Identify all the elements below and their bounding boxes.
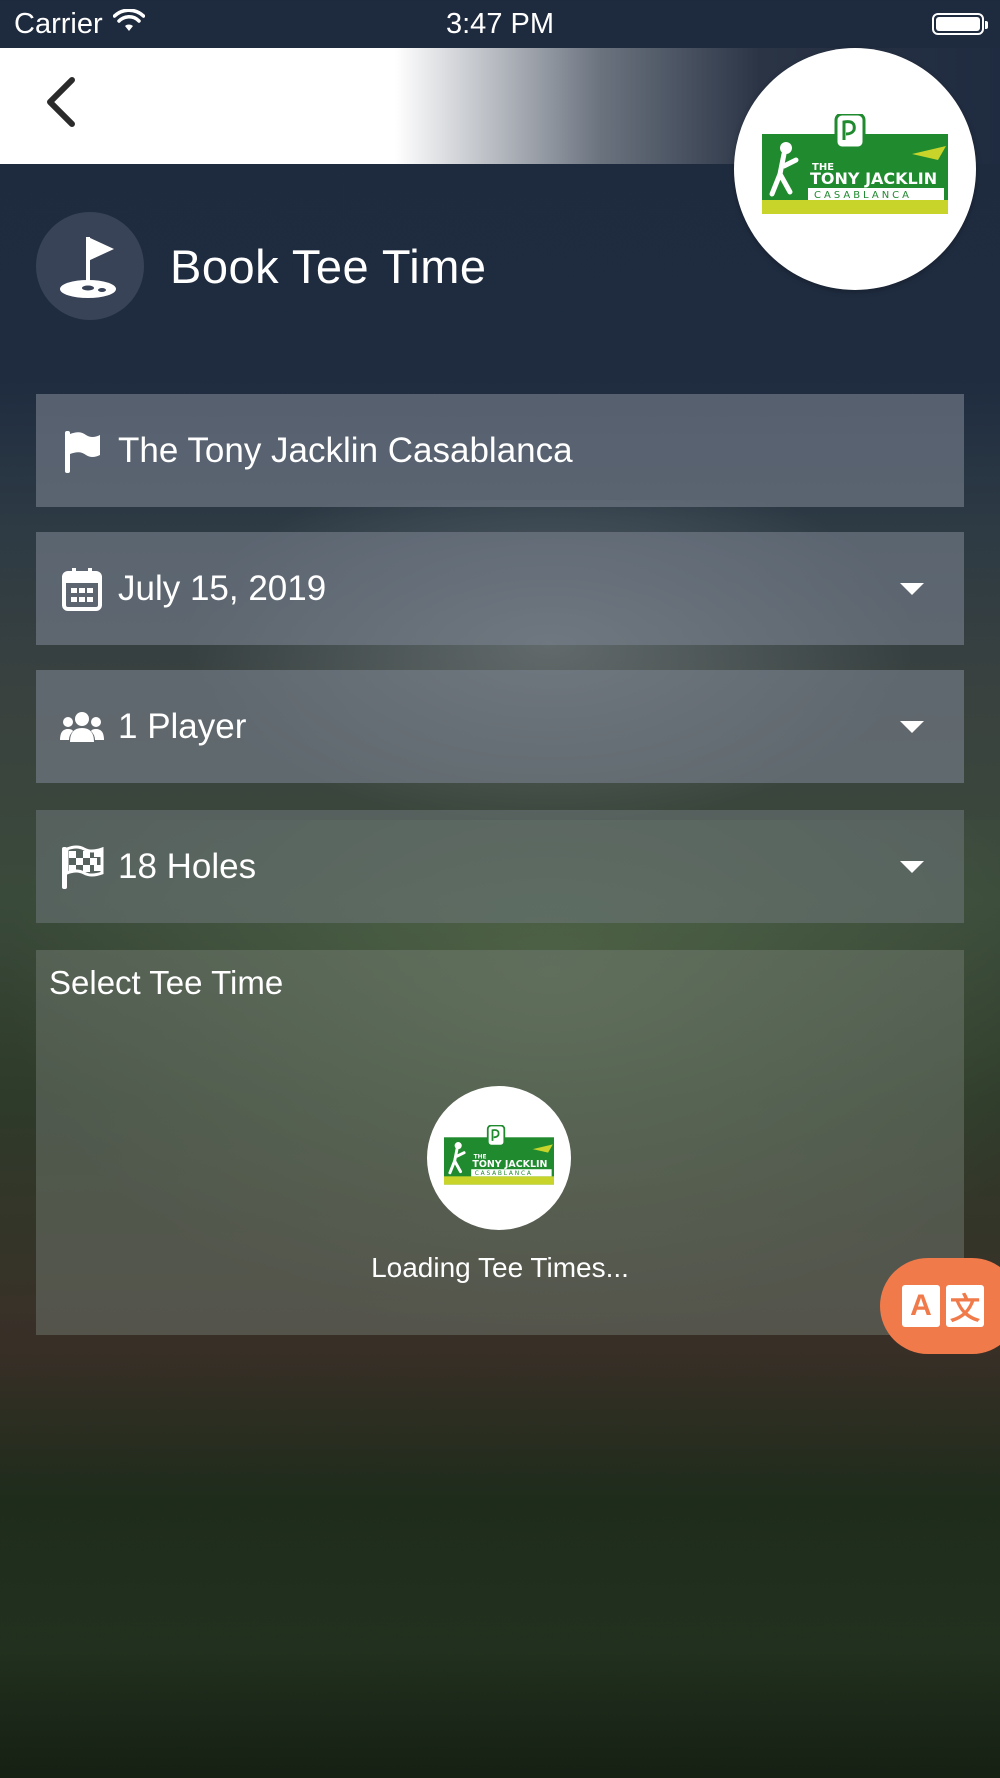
course-field: The Tony Jacklin Casablanca	[36, 394, 964, 507]
checkered-flag-icon	[60, 845, 104, 889]
holes-select[interactable]: 18 Holes	[36, 810, 964, 923]
translate-cjk-glyph: 文	[946, 1285, 984, 1327]
status-time: 3:47 PM	[446, 8, 554, 40]
players-select[interactable]: 1 Player	[36, 670, 964, 783]
tee-time-panel: Select Tee Time THE TONY JACKLIN CASABLA…	[36, 950, 964, 1335]
back-button[interactable]	[28, 72, 92, 136]
club-logo-small: THE TONY JACKLIN CASABLANCA	[444, 1125, 554, 1185]
svg-text:CASABLANCA: CASABLANCA	[814, 190, 912, 201]
chevron-down-icon	[900, 860, 924, 873]
players-value: 1 Player	[118, 706, 247, 746]
calendar-icon	[60, 567, 104, 611]
chevron-left-icon	[42, 74, 78, 135]
loading-text: Loading Tee Times...	[371, 1252, 629, 1283]
golf-flag-icon	[36, 212, 144, 320]
course-name: The Tony Jacklin Casablanca	[118, 430, 573, 470]
chevron-down-icon	[900, 720, 924, 733]
flag-icon	[60, 429, 104, 473]
page-title: Book Tee Time	[170, 239, 487, 293]
club-logo: THE TONY JACKLIN CASABLANCA	[734, 48, 976, 290]
status-left: Carrier	[0, 8, 145, 41]
battery-icon	[932, 13, 988, 35]
carrier-label: Carrier	[14, 7, 103, 40]
chevron-down-icon	[900, 582, 924, 595]
date-value: July 15, 2019	[118, 568, 327, 608]
users-icon	[60, 705, 104, 749]
wifi-icon	[112, 8, 145, 41]
svg-text:CASABLANCA: CASABLANCA	[475, 1171, 533, 1177]
loading-spinner-logo: THE TONY JACKLIN CASABLANCA	[427, 1086, 571, 1230]
date-select[interactable]: July 15, 2019	[36, 532, 964, 645]
page-header: Book Tee Time	[36, 212, 487, 320]
translate-icon: A	[902, 1285, 940, 1327]
svg-text:TONY JACKLIN: TONY JACKLIN	[810, 169, 937, 188]
club-logo-image: THE TONY JACKLIN CASABLANCA	[762, 114, 948, 214]
holes-value: 18 Holes	[118, 846, 257, 886]
tee-time-title: Select Tee Time	[49, 964, 284, 1001]
svg-text:TONY JACKLIN: TONY JACKLIN	[472, 1159, 547, 1170]
status-bar: Carrier 3:47 PM	[0, 0, 1000, 48]
translate-button[interactable]: A 文	[880, 1258, 1000, 1354]
